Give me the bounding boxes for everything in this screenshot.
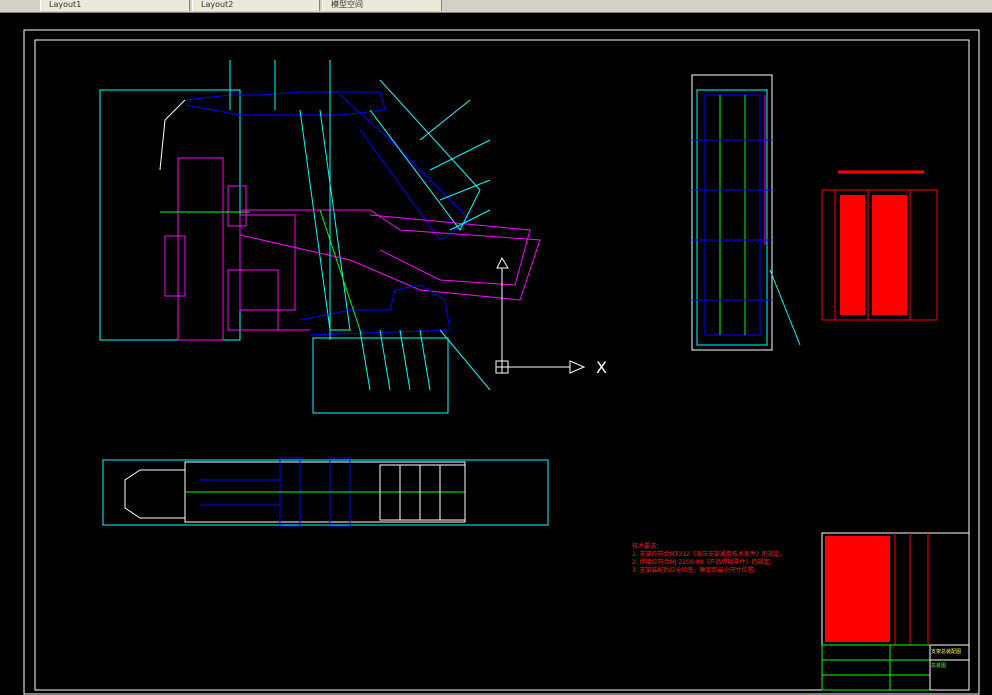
- technical-note-line: 2. 焊接应符合MJ 2200-89《产品焊接零件》的规定。: [632, 559, 776, 566]
- ucs-axis-icon: [495, 300, 586, 374]
- title-block-name: 支架总装配图: [931, 649, 962, 655]
- main-elevation-view: [99, 60, 541, 414]
- technical-note-line: 3. 支架装配后应全检查，确定到最小尺寸位置。: [632, 567, 760, 574]
- title-block-subtitle: 总装图: [931, 663, 947, 669]
- tab-model-space[interactable]: 模型空间: [322, 0, 442, 11]
- technical-notes-heading: 技术要求：: [632, 543, 663, 550]
- tab-layout2[interactable]: Layout2: [192, 0, 320, 11]
- tab-layout1[interactable]: Layout1: [40, 0, 190, 11]
- technical-notes: 技术要求： 1. 支架应符合MT312《液压支架通用技术条件》的规定。 2. 焊…: [632, 543, 832, 575]
- plan-view: [102, 457, 549, 527]
- parameter-table: [821, 170, 938, 321]
- technical-note-line: 1. 支架应符合MT312《液压支架通用技术条件》的规定。: [632, 551, 786, 558]
- drawing-canvas[interactable]: X: [0, 12, 992, 695]
- side-view: [691, 74, 801, 351]
- x-axis-label: X: [596, 358, 607, 377]
